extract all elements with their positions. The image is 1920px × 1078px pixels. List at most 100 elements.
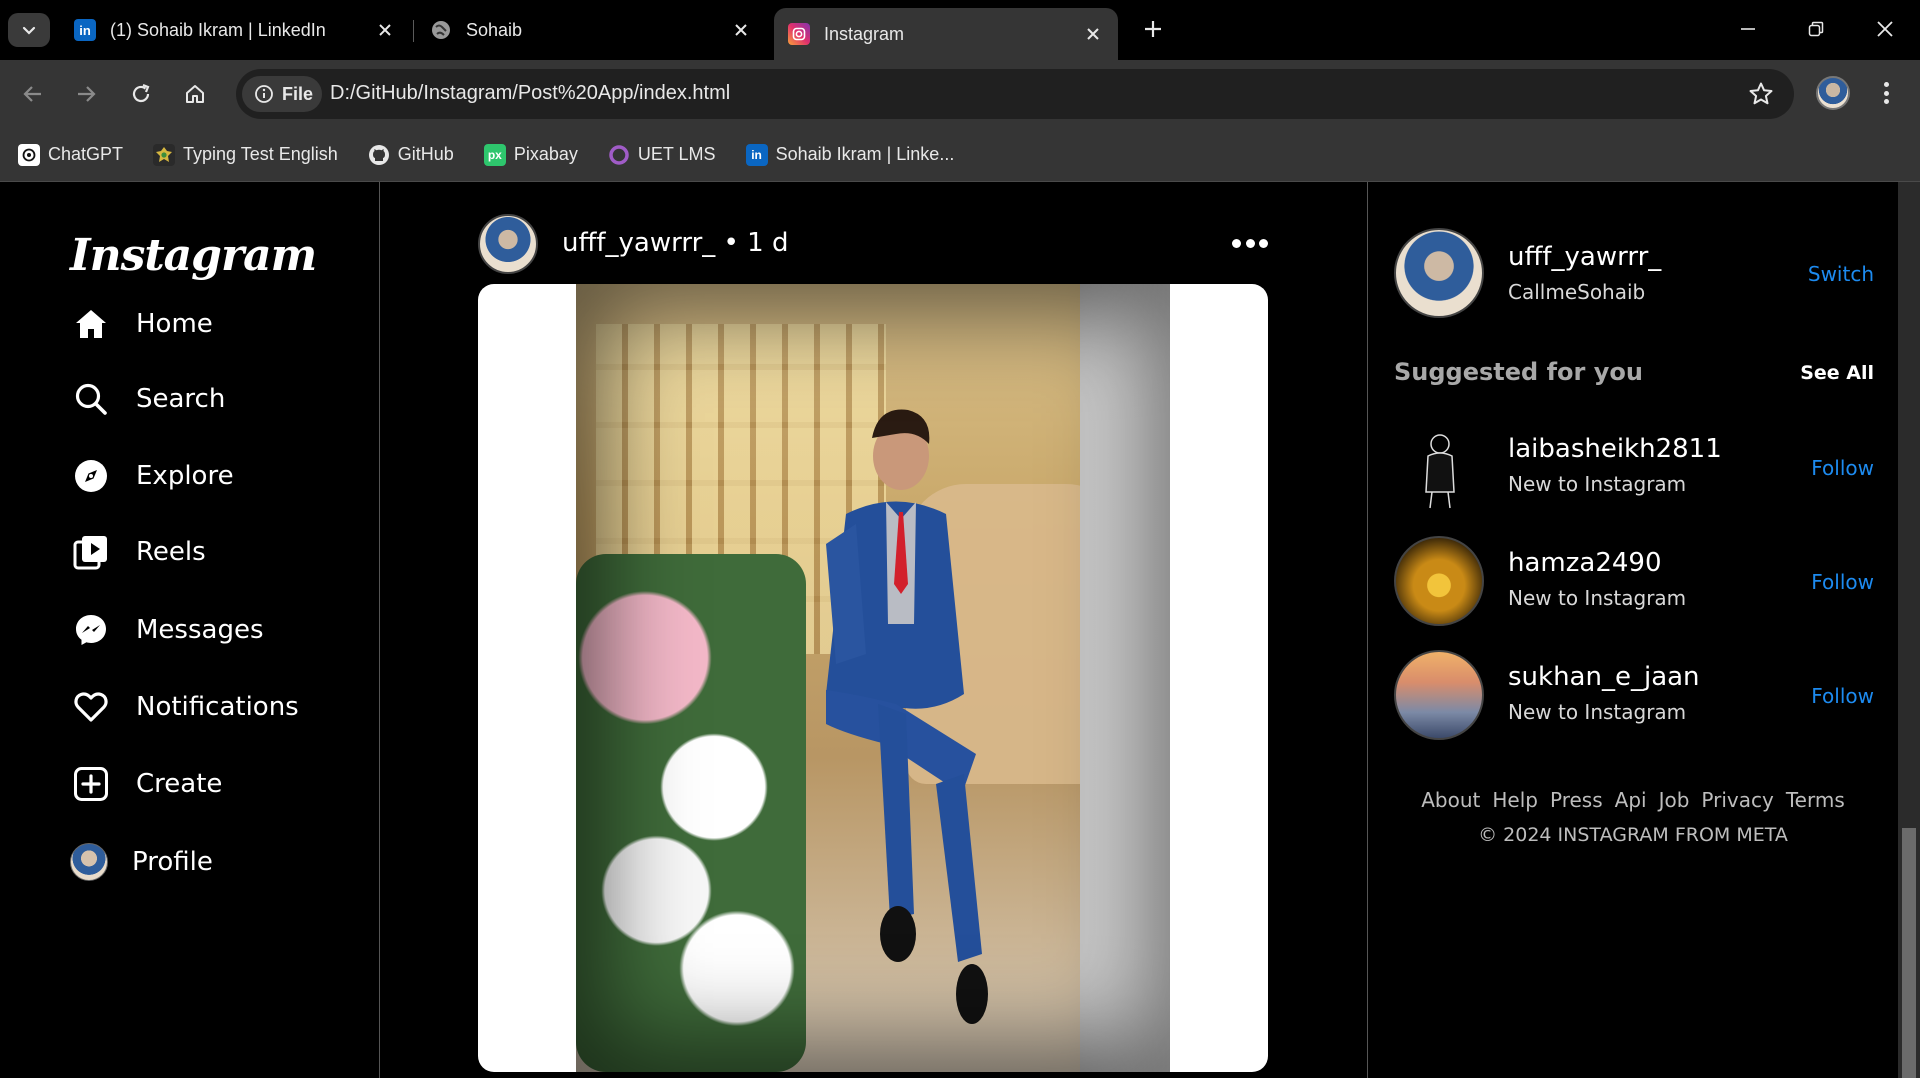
footer-link-api[interactable]: Api <box>1615 788 1647 812</box>
instagram-logo[interactable]: Instagram <box>70 230 317 281</box>
suggestion-username[interactable]: sukhan_e_jaan <box>1508 662 1700 692</box>
sidebar-item-notifications[interactable]: Notifications <box>72 685 299 729</box>
bookmark-pixabay[interactable]: px Pixabay <box>483 143 578 166</box>
bookmarks-bar: ChatGPT Typing Test English GitHub px Pi… <box>0 128 1920 182</box>
follow-button[interactable]: Follow <box>1811 456 1874 480</box>
sidebar-item-label: Create <box>136 769 223 799</box>
bookmark-label: GitHub <box>397 144 454 164</box>
bookmark-chatgpt[interactable]: ChatGPT <box>18 143 124 166</box>
feed: ufff_yawrrr_ • 1 d <box>380 182 1368 1078</box>
browser-profile-avatar[interactable] <box>1816 76 1850 110</box>
bookmark-uet-lms[interactable]: UET LMS <box>608 144 716 166</box>
post-author-and-time[interactable]: ufff_yawrrr_ • 1 d <box>562 228 788 258</box>
page-scrollbar[interactable] <box>1898 182 1920 1078</box>
suggestion-row: laibasheikh2811 New to Instagram Follow <box>1394 422 1874 512</box>
bookmark-github[interactable]: GitHub <box>368 144 454 166</box>
bookmark-label: ChatGPT <box>48 144 124 164</box>
linkedin-icon: in <box>745 143 768 166</box>
globe-icon <box>430 19 452 41</box>
footer-link-about[interactable]: About <box>1421 788 1480 812</box>
footer-link-privacy[interactable]: Privacy <box>1701 788 1773 812</box>
tab-title: Instagram <box>824 23 905 44</box>
heart-icon <box>72 688 110 726</box>
sidebar-item-reels[interactable]: Reels <box>72 530 206 574</box>
bookmark-typing-test[interactable]: Typing Test English <box>153 143 338 166</box>
close-icon <box>1877 21 1893 37</box>
home-icon <box>186 85 204 103</box>
arrow-left-icon <box>23 86 41 102</box>
sidebar-item-label: Messages <box>136 615 264 645</box>
chevron-down-icon <box>22 26 36 35</box>
footer-link-terms[interactable]: Terms <box>1786 788 1845 812</box>
suggestion-username[interactable]: hamza2490 <box>1508 548 1662 578</box>
instagram-page: Instagram Home Search Explore Reels Mess… <box>0 182 1920 1078</box>
sidebar-item-label: Home <box>136 309 213 339</box>
site-info-chip[interactable]: File <box>242 76 322 112</box>
switch-account-link[interactable]: Switch <box>1808 262 1874 286</box>
scrollbar-thumb[interactable] <box>1902 828 1916 1078</box>
info-icon <box>255 85 273 103</box>
restore-icon <box>1808 21 1824 37</box>
tab-sohaib[interactable]: Sohaib <box>416 8 766 52</box>
follow-button[interactable]: Follow <box>1811 570 1874 594</box>
search-icon <box>72 380 110 418</box>
bookmark-linkedin[interactable]: in Sohaib Ikram | Linke... <box>745 143 955 166</box>
arrow-right-icon <box>78 86 96 102</box>
avatar[interactable] <box>1394 422 1484 512</box>
minimize-button[interactable] <box>1733 14 1763 44</box>
tab-linkedin[interactable]: in (1) Sohaib Ikram | LinkedIn <box>60 8 410 52</box>
sidebar: Instagram Home Search Explore Reels Mess… <box>0 182 380 1078</box>
home-button[interactable] <box>177 76 213 112</box>
suggestion-subtitle: New to Instagram <box>1508 586 1687 610</box>
more-options-icon[interactable] <box>1232 236 1268 250</box>
tab-title: Sohaib <box>466 19 523 40</box>
avatar[interactable] <box>1394 536 1484 626</box>
sidebar-item-label: Notifications <box>136 692 299 722</box>
footer-link-help[interactable]: Help <box>1492 788 1538 812</box>
reload-button[interactable] <box>123 76 159 112</box>
pixabay-icon: px <box>483 143 506 166</box>
sidebar-item-search[interactable]: Search <box>72 377 225 421</box>
sidebar-item-home[interactable]: Home <box>72 302 213 346</box>
photo-vignette <box>576 284 1170 1072</box>
minimize-icon <box>1741 28 1755 30</box>
plus-icon <box>1145 21 1161 37</box>
see-all-link[interactable]: See All <box>1800 362 1874 384</box>
current-user-fullname: CallmeSohaib <box>1508 280 1646 304</box>
browser-tab-bar: in (1) Sohaib Ikram | LinkedIn Sohaib In… <box>0 0 1920 60</box>
address-bar[interactable]: File D:/GitHub/Instagram/Post%20App/inde… <box>236 69 1794 119</box>
tab-instagram[interactable]: Instagram <box>774 8 1118 60</box>
post-author-avatar[interactable] <box>478 214 538 274</box>
reload-icon <box>132 83 150 103</box>
home-icon <box>72 305 110 343</box>
close-window-button[interactable] <box>1870 14 1900 44</box>
sidebar-item-profile[interactable]: Profile <box>70 840 213 884</box>
footer-link-job[interactable]: Job <box>1659 788 1690 812</box>
back-button[interactable] <box>15 76 51 112</box>
close-icon[interactable] <box>1082 23 1104 45</box>
bookmark-label: Sohaib Ikram | Linke... <box>775 144 955 164</box>
avatar[interactable] <box>1394 650 1484 740</box>
browser-menu-button[interactable] <box>1876 78 1896 108</box>
post-media[interactable] <box>478 284 1268 1072</box>
tab-search-button[interactable] <box>8 13 50 47</box>
bookmark-star-icon[interactable] <box>1748 81 1774 107</box>
sidebar-item-create[interactable]: Create <box>72 762 222 806</box>
current-username[interactable]: ufff_yawrrr_ <box>1508 242 1661 272</box>
close-icon[interactable] <box>730 19 752 41</box>
explore-icon <box>72 457 110 495</box>
footer-links: About Help Press Api Job Privacy Terms <box>1408 788 1858 812</box>
footer-link-press[interactable]: Press <box>1550 788 1603 812</box>
forward-button[interactable] <box>68 76 104 112</box>
sidebar-item-explore[interactable]: Explore <box>72 454 234 498</box>
suggestion-username[interactable]: laibasheikh2811 <box>1508 434 1722 464</box>
suggestion-subtitle: New to Instagram <box>1508 700 1687 724</box>
right-panel: ufff_yawrrr_ CallmeSohaib Switch Suggest… <box>1368 182 1898 1078</box>
avatar[interactable] <box>1394 228 1484 318</box>
new-tab-button[interactable] <box>1138 14 1168 44</box>
restore-button[interactable] <box>1801 14 1831 44</box>
close-icon[interactable] <box>374 19 396 41</box>
sidebar-item-messages[interactable]: Messages <box>72 608 264 652</box>
url-text[interactable]: D:/GitHub/Instagram/Post%20App/index.htm… <box>330 82 730 105</box>
follow-button[interactable]: Follow <box>1811 684 1874 708</box>
